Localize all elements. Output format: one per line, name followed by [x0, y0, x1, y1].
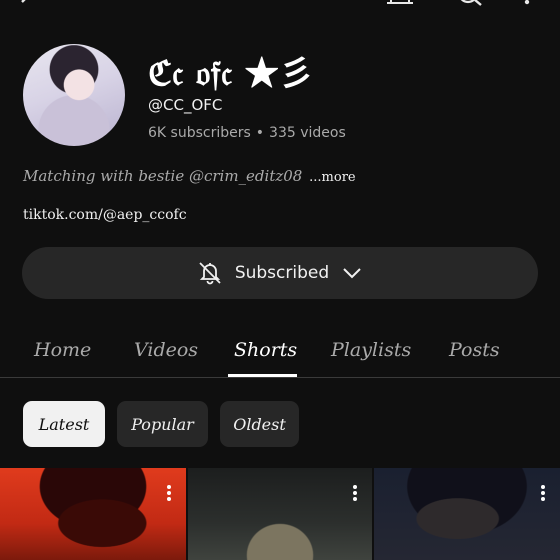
subscribed-button[interactable]: Subscribed — [22, 247, 538, 299]
bell-off-icon — [197, 260, 223, 286]
channel-tabs: Home Videos Shorts Playlists Posts — [0, 322, 560, 378]
short-thumbnail[interactable] — [374, 468, 560, 560]
channel-description[interactable]: Matching with bestie @crim_editz08 ...mo… — [23, 167, 356, 185]
channel-stats: 6K subscribers • 335 videos — [148, 125, 346, 141]
short-menu-icon[interactable] — [540, 484, 546, 506]
back-arrow-icon[interactable] — [18, 0, 44, 10]
more-link[interactable]: ...more — [309, 170, 355, 185]
short-menu-icon[interactable] — [352, 484, 358, 506]
subscribed-label: Subscribed — [234, 263, 330, 283]
video-count: 335 videos — [269, 125, 346, 141]
filter-chip-oldest[interactable]: Oldest — [220, 401, 299, 447]
tab-shorts[interactable]: Shorts — [234, 322, 297, 378]
short-thumbnail[interactable] — [188, 468, 372, 560]
description-text: Matching with bestie @crim_editz08 — [23, 167, 303, 185]
chevron-down-icon — [341, 266, 363, 280]
channel-handle: @CC_OFC — [148, 96, 223, 114]
tabs-divider — [0, 377, 560, 378]
channel-link[interactable]: tiktok.com/@aep_ccofc — [23, 207, 187, 223]
tab-videos[interactable]: Videos — [134, 322, 198, 378]
tab-playlists[interactable]: Playlists — [331, 322, 411, 378]
more-vert-icon[interactable] — [520, 0, 534, 6]
search-icon[interactable] — [458, 0, 484, 8]
tab-posts[interactable]: Posts — [449, 322, 500, 378]
tab-home[interactable]: Home — [34, 322, 91, 378]
subscriber-count: 6K subscribers — [148, 125, 251, 141]
filter-chip-latest[interactable]: Latest — [23, 401, 105, 447]
short-thumbnail[interactable] — [0, 468, 186, 560]
channel-name: ℭ𝔠 𝔬𝔣𝔠 ★彡 — [148, 54, 314, 94]
short-menu-icon[interactable] — [166, 484, 172, 506]
cast-icon[interactable] — [385, 0, 415, 6]
stats-separator: • — [255, 125, 265, 141]
channel-avatar[interactable] — [23, 44, 125, 146]
filter-chip-popular[interactable]: Popular — [117, 401, 208, 447]
